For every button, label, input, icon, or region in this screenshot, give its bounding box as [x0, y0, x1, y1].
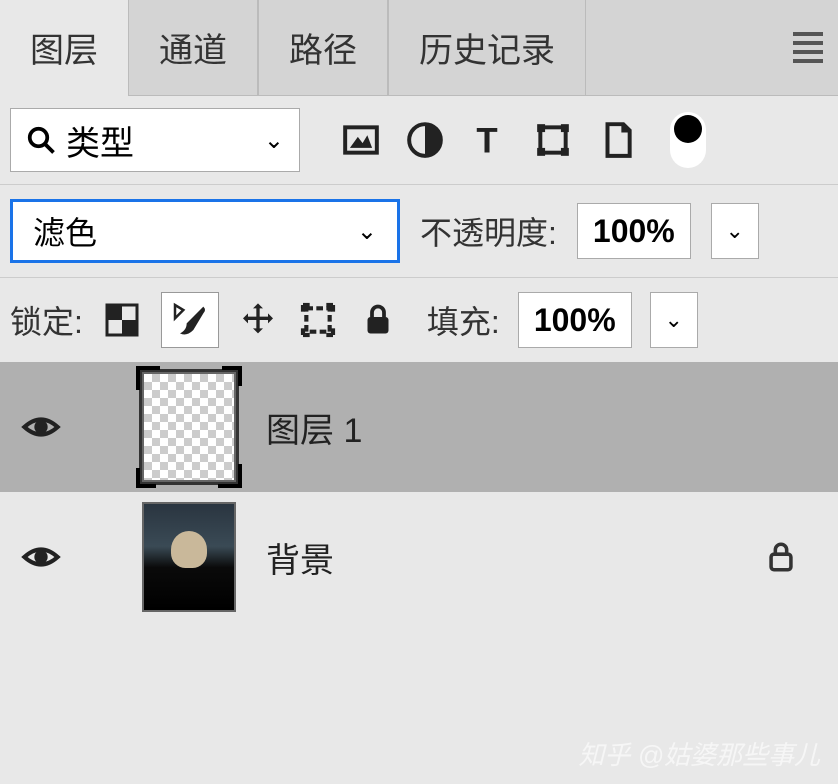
filter-row: 类型 ⌄ T	[0, 96, 838, 184]
visibility-toggle[interactable]	[20, 536, 62, 578]
layer-thumbnail[interactable]	[142, 502, 236, 612]
tab-history[interactable]: 历史记录	[388, 0, 586, 96]
lock-transparency-icon[interactable]	[101, 299, 143, 341]
filter-shape-icon[interactable]	[532, 119, 574, 161]
lock-position-icon[interactable]	[237, 299, 279, 341]
tab-paths[interactable]: 路径	[258, 0, 388, 96]
filter-type-select[interactable]: 类型 ⌄	[10, 108, 300, 172]
watermark: 知乎 @姑婆那些事儿	[578, 735, 820, 772]
blend-mode-value: 滤色	[33, 208, 97, 254]
opacity-value[interactable]: 100%	[577, 203, 691, 259]
svg-text:T: T	[476, 122, 497, 159]
layer-row[interactable]: 图层 1	[0, 362, 838, 492]
panel-tabs: 图层 通道 路径 历史记录	[0, 0, 838, 96]
lock-brush-icon[interactable]	[161, 292, 219, 348]
lock-row: 锁定: 填充: 100% ⌄	[0, 278, 838, 362]
filter-smartobject-icon[interactable]	[596, 119, 638, 161]
blend-mode-select[interactable]: 滤色 ⌄	[10, 199, 400, 263]
visibility-toggle[interactable]	[20, 406, 62, 448]
opacity-label: 不透明度:	[420, 208, 557, 254]
opacity-dropdown[interactable]: ⌄	[711, 203, 759, 259]
tab-layers[interactable]: 图层	[0, 0, 128, 96]
layer-list: 图层 1 背景	[0, 362, 838, 622]
filter-pixel-icon[interactable]	[340, 119, 382, 161]
filter-type-layer-icon[interactable]: T	[468, 119, 510, 161]
lock-label: 锁定:	[10, 297, 83, 343]
tab-channels[interactable]: 通道	[128, 0, 258, 96]
chevron-down-icon: ⌄	[264, 126, 284, 155]
filter-adjustment-icon[interactable]	[404, 119, 446, 161]
layer-name[interactable]: 背景	[266, 533, 334, 582]
blend-row: 滤色 ⌄ 不透明度: 100% ⌄	[0, 184, 838, 278]
layer-lock-indicator	[764, 540, 798, 574]
lock-all-icon[interactable]	[357, 299, 399, 341]
layer-name[interactable]: 图层 1	[266, 403, 362, 452]
lock-icon	[764, 540, 798, 574]
tab-spacer	[586, 0, 778, 96]
eye-icon	[21, 537, 61, 577]
hamburger-icon	[793, 32, 823, 63]
panel-menu-button[interactable]	[778, 0, 838, 96]
filter-icon-group: T	[340, 112, 706, 168]
fill-dropdown[interactable]: ⌄	[650, 292, 698, 348]
toggle-knob	[674, 115, 702, 143]
layer-thumbnail[interactable]	[142, 372, 236, 482]
eye-icon	[21, 407, 61, 447]
search-icon	[26, 125, 56, 155]
lock-artboard-icon[interactable]	[297, 299, 339, 341]
layer-row[interactable]: 背景	[0, 492, 838, 622]
fill-value[interactable]: 100%	[518, 292, 632, 348]
filter-toggle[interactable]	[670, 112, 706, 168]
chevron-down-icon: ⌄	[357, 217, 377, 246]
filter-type-label: 类型	[66, 116, 134, 165]
fill-label: 填充:	[427, 297, 500, 343]
